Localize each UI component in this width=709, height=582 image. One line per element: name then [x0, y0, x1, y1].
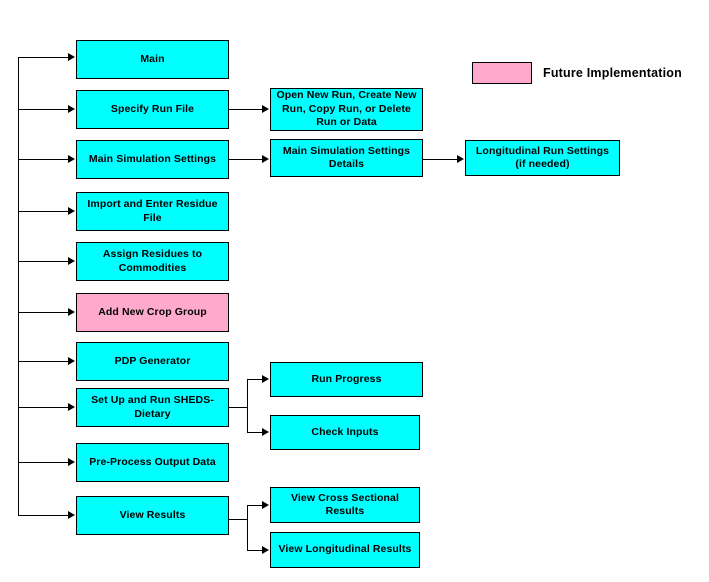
arrow-to-setup-run-sheds: [68, 403, 75, 411]
spine-branch-setup-run-sheds: [18, 407, 68, 408]
spine-branch-add-new-crop-group: [18, 312, 68, 313]
node-view-results[interactable]: View Results: [76, 496, 229, 535]
node-main[interactable]: Main: [76, 40, 229, 79]
connector-details-to-longitudinal-run-settings: [423, 159, 457, 160]
branch-view-results-stem: [229, 519, 247, 520]
legend-future-implementation-swatch: [472, 62, 532, 84]
node-run-progress[interactable]: Run Progress: [270, 362, 423, 397]
arrow-to-main-simulation-settings: [68, 155, 75, 163]
spine-branch-main: [18, 57, 68, 58]
spine-branch-pdp-generator: [18, 361, 68, 362]
node-longitudinal-run-settings[interactable]: Longitudinal Run Settings (if needed): [465, 140, 620, 176]
node-add-new-crop-group[interactable]: Add New Crop Group: [76, 293, 229, 332]
node-main-simulation-settings-details[interactable]: Main Simulation Settings Details: [270, 139, 423, 177]
legend-future-implementation-label: Future Implementation: [543, 66, 682, 80]
branch-view-results-to-longitudinal: [247, 550, 262, 551]
node-preprocess-output-data[interactable]: Pre-Process Output Data: [76, 443, 229, 482]
arrow-to-assign-residues: [68, 257, 75, 265]
spine-branch-specify-run-file: [18, 109, 68, 110]
node-view-cross-sectional-results[interactable]: View Cross Sectional Results: [270, 487, 420, 523]
branch-sheds-riser: [247, 379, 248, 433]
spine-vertical-line: [18, 57, 19, 516]
connector-specify-run-file-to-open-new-run: [229, 109, 262, 110]
arrow-to-main: [68, 53, 75, 61]
node-pdp-generator[interactable]: PDP Generator: [76, 342, 229, 381]
node-setup-and-run-sheds-dietary[interactable]: Set Up and Run SHEDS-Dietary: [76, 388, 229, 427]
arrow-to-specify-run-file: [68, 105, 75, 113]
node-open-new-run[interactable]: Open New Run, Create New Run, Copy Run, …: [270, 88, 423, 131]
flowchart-canvas: Main Specify Run File Main Simulation Se…: [0, 0, 709, 582]
arrow-to-open-new-run: [262, 105, 269, 113]
node-import-residue-file[interactable]: Import and Enter Residue File: [76, 192, 229, 231]
arrow-to-pdp-generator: [68, 357, 75, 365]
arrow-to-longitudinal-run-settings: [457, 155, 464, 163]
node-main-simulation-settings[interactable]: Main Simulation Settings: [76, 140, 229, 179]
connector-main-simulation-settings-to-details: [229, 159, 262, 160]
spine-branch-main-simulation-settings: [18, 159, 68, 160]
node-specify-run-file[interactable]: Specify Run File: [76, 90, 229, 129]
spine-branch-preprocess-output: [18, 462, 68, 463]
branch-sheds-to-run-progress: [247, 379, 262, 380]
arrow-to-preprocess-output: [68, 458, 75, 466]
node-view-longitudinal-results[interactable]: View Longitudinal Results: [270, 532, 420, 568]
arrow-to-check-inputs: [262, 428, 269, 436]
branch-view-results-to-cross-sectional: [247, 505, 262, 506]
arrow-to-view-results: [68, 511, 75, 519]
spine-branch-assign-residues: [18, 261, 68, 262]
arrow-to-import-residue-file: [68, 207, 75, 215]
spine-branch-import-residue-file: [18, 211, 68, 212]
arrow-to-view-cross-sectional: [262, 501, 269, 509]
spine-branch-view-results: [18, 515, 68, 516]
branch-sheds-stem: [229, 407, 247, 408]
arrow-to-view-longitudinal: [262, 546, 269, 554]
node-assign-residues-to-commodities[interactable]: Assign Residues to Commodities: [76, 242, 229, 281]
arrow-to-run-progress: [262, 375, 269, 383]
node-check-inputs[interactable]: Check Inputs: [270, 415, 420, 450]
branch-sheds-to-check-inputs: [247, 432, 262, 433]
branch-view-results-riser: [247, 505, 248, 550]
arrow-to-main-sim-settings-details: [262, 155, 269, 163]
arrow-to-add-new-crop-group: [68, 308, 75, 316]
